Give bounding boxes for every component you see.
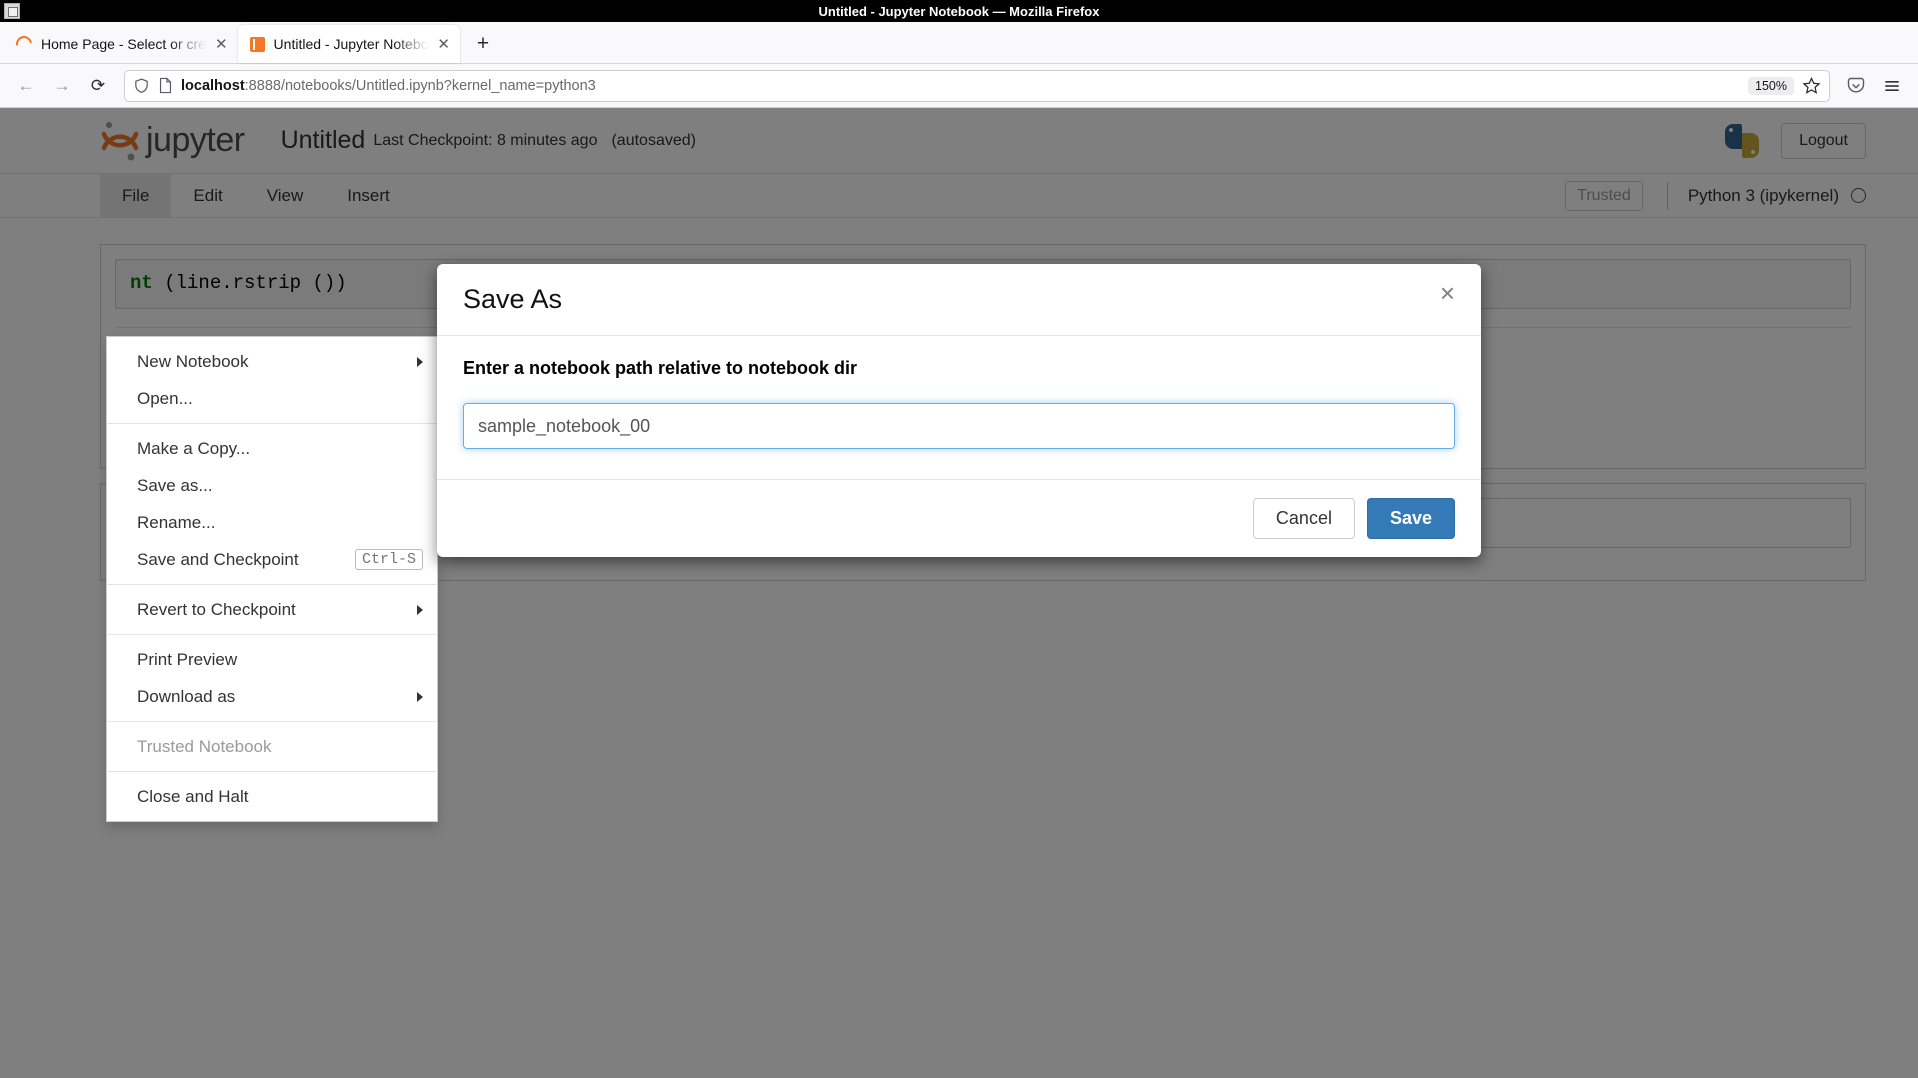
divider (107, 634, 437, 635)
divider (107, 771, 437, 772)
hamburger-menu-icon[interactable] (1876, 70, 1908, 102)
dialog-body: Enter a notebook path relative to notebo… (437, 336, 1481, 479)
save-to-pocket-icon[interactable] (1840, 70, 1872, 102)
menu-item-print-preview[interactable]: Print Preview (107, 641, 437, 678)
menu-item-save-as[interactable]: Save as... (107, 467, 437, 504)
browser-navbar: ← → ⟳ localhost:8888/notebooks/Untitled.… (0, 64, 1918, 108)
zoom-level-badge[interactable]: 150% (1748, 77, 1794, 95)
chevron-right-icon (417, 692, 423, 702)
close-icon[interactable]: × (1440, 284, 1455, 302)
menu-item-new-notebook[interactable]: New Notebook (107, 343, 437, 380)
menu-item-label: Revert to Checkpoint (137, 600, 296, 620)
jupyter-page: jupyter Untitled Last Checkpoint: 8 minu… (0, 108, 1918, 1078)
url-bar[interactable]: localhost:8888/notebooks/Untitled.ipynb?… (124, 70, 1830, 102)
back-button[interactable]: ← (10, 70, 42, 102)
menu-item-close-and-halt[interactable]: Close and Halt (107, 778, 437, 815)
menu-item-label: Open... (137, 389, 193, 409)
url-host: localhost (181, 78, 245, 94)
menu-item-rename[interactable]: Rename... (107, 504, 437, 541)
close-icon[interactable]: ✕ (437, 37, 450, 52)
notebook-path-input[interactable] (463, 403, 1455, 449)
chevron-right-icon (417, 357, 423, 367)
dialog-header: Save As × (437, 264, 1481, 336)
window-titlebar: Untitled - Jupyter Notebook — Mozilla Fi… (0, 0, 1918, 22)
browser-tab-title: Untitled - Jupyter Notebo (274, 36, 429, 52)
save-as-dialog: Save As × Enter a notebook path relative… (437, 264, 1481, 557)
menu-item-label: Save as... (137, 476, 213, 496)
window-menu-icon[interactable] (4, 3, 20, 19)
dialog-title: Save As (463, 284, 562, 315)
menu-item-open[interactable]: Open... (107, 380, 437, 417)
cancel-button[interactable]: Cancel (1253, 498, 1355, 539)
loading-spinner-icon (13, 33, 35, 55)
divider (107, 584, 437, 585)
forward-button[interactable]: → (46, 70, 78, 102)
divider (107, 423, 437, 424)
file-menu-dropdown[interactable]: New Notebook Open... Make a Copy... Save… (106, 336, 438, 822)
menu-item-revert-to-checkpoint[interactable]: Revert to Checkpoint (107, 591, 437, 628)
jupyter-notebook-icon (250, 37, 265, 52)
menu-item-download-as[interactable]: Download as (107, 678, 437, 715)
close-icon[interactable]: ✕ (215, 37, 228, 52)
menu-item-trusted-notebook: Trusted Notebook (107, 728, 437, 765)
url-path: :8888/notebooks/Untitled.ipynb?kernel_na… (245, 78, 596, 94)
reload-button[interactable]: ⟳ (82, 70, 114, 102)
browser-tabbar: Home Page - Select or cre ✕ Untitled - J… (0, 22, 1918, 64)
menu-item-save-and-checkpoint[interactable]: Save and Checkpoint Ctrl-S (107, 541, 437, 578)
dialog-footer: Cancel Save (437, 479, 1481, 557)
menu-item-make-a-copy[interactable]: Make a Copy... (107, 430, 437, 467)
browser-tab-title: Home Page - Select or cre (41, 36, 206, 52)
menu-item-label: Rename... (137, 513, 215, 533)
star-icon[interactable] (1802, 76, 1821, 95)
browser-tab-1[interactable]: Untitled - Jupyter Notebo ✕ (238, 25, 460, 63)
menu-item-label: Print Preview (137, 650, 237, 670)
divider (107, 721, 437, 722)
menu-item-label: Download as (137, 687, 235, 707)
browser-tab-0[interactable]: Home Page - Select or cre ✕ (4, 25, 238, 63)
menu-item-label: Make a Copy... (137, 439, 250, 459)
dialog-prompt-label: Enter a notebook path relative to notebo… (463, 358, 1455, 379)
chevron-right-icon (417, 605, 423, 615)
keyboard-shortcut: Ctrl-S (355, 549, 423, 570)
window-title: Untitled - Jupyter Notebook — Mozilla Fi… (819, 4, 1100, 19)
page-icon (158, 77, 173, 94)
menu-item-label: Trusted Notebook (137, 737, 272, 757)
url-text: localhost:8888/notebooks/Untitled.ipynb?… (181, 78, 1740, 94)
menu-item-label: Close and Halt (137, 787, 249, 807)
shield-icon (133, 77, 150, 94)
new-tab-button[interactable]: + (466, 27, 500, 61)
menu-item-label: New Notebook (137, 352, 249, 372)
menu-item-label: Save and Checkpoint (137, 550, 299, 570)
save-button[interactable]: Save (1367, 498, 1455, 539)
